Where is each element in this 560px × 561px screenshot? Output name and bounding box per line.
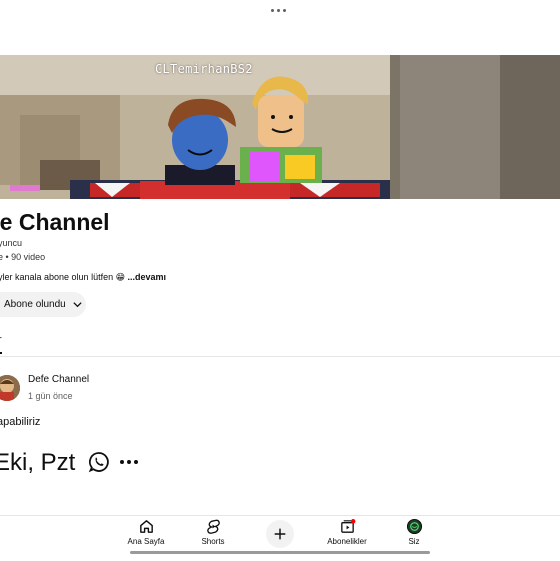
banner-image	[0, 55, 560, 199]
more-options-icon[interactable]	[271, 6, 289, 14]
plus-icon	[274, 528, 286, 540]
subscribed-label: Abone olundu	[4, 299, 66, 310]
post-large-text: Eki, Pzt	[0, 449, 76, 476]
nav-shorts[interactable]: Shorts	[183, 518, 243, 546]
home-icon	[139, 520, 153, 533]
channel-description[interactable]: yler kanala abone olun lütfen 😁 ...devam…	[0, 272, 166, 283]
post-time: 1 gün önce	[28, 391, 73, 401]
nav-you[interactable]: Siz	[384, 518, 444, 546]
nav-subscriptions[interactable]: Abonelikler	[317, 518, 377, 546]
whatsapp-icon[interactable]	[87, 450, 111, 474]
description-more-link[interactable]: ...devamı	[127, 272, 166, 282]
nav-you-label: Siz	[408, 537, 420, 546]
channel-banner: CLTemirhanBS2	[0, 55, 560, 199]
nav-subscriptions-label: Abonelikler	[327, 537, 367, 546]
profile-icon	[406, 518, 422, 535]
more-actions-icon[interactable]	[120, 460, 138, 464]
nav-home-label: Ana Sayfa	[127, 537, 165, 546]
bottom-nav: Ana Sayfa Shorts Abonelikler Siz	[0, 515, 560, 561]
description-text: yler kanala abone olun lütfen 😁	[0, 272, 128, 282]
channel-title: fe Channel	[0, 209, 110, 235]
banner-overlay-text: CLTemirhanBS2	[155, 62, 253, 76]
chevron-down-icon	[73, 302, 82, 308]
nav-shorts-label: Shorts	[201, 537, 225, 546]
divider	[0, 356, 560, 357]
nav-home[interactable]: Ana Sayfa	[116, 518, 176, 546]
channel-stats: e • 90 video	[0, 252, 46, 262]
create-button[interactable]	[266, 520, 294, 548]
avatar[interactable]	[0, 375, 20, 401]
avatar-image	[0, 375, 20, 401]
post-text: apabiliriz	[0, 416, 41, 428]
subscribed-button[interactable]: Abone olundu	[0, 292, 86, 317]
subscriptions-icon	[340, 519, 355, 533]
post-author[interactable]: Defe Channel	[28, 374, 89, 385]
channel-handle: yuncu	[0, 238, 23, 248]
tab-active-indicator	[0, 352, 2, 354]
home-indicator[interactable]	[130, 551, 430, 554]
shorts-icon	[206, 519, 220, 534]
tab-community[interactable]: r	[0, 334, 2, 346]
